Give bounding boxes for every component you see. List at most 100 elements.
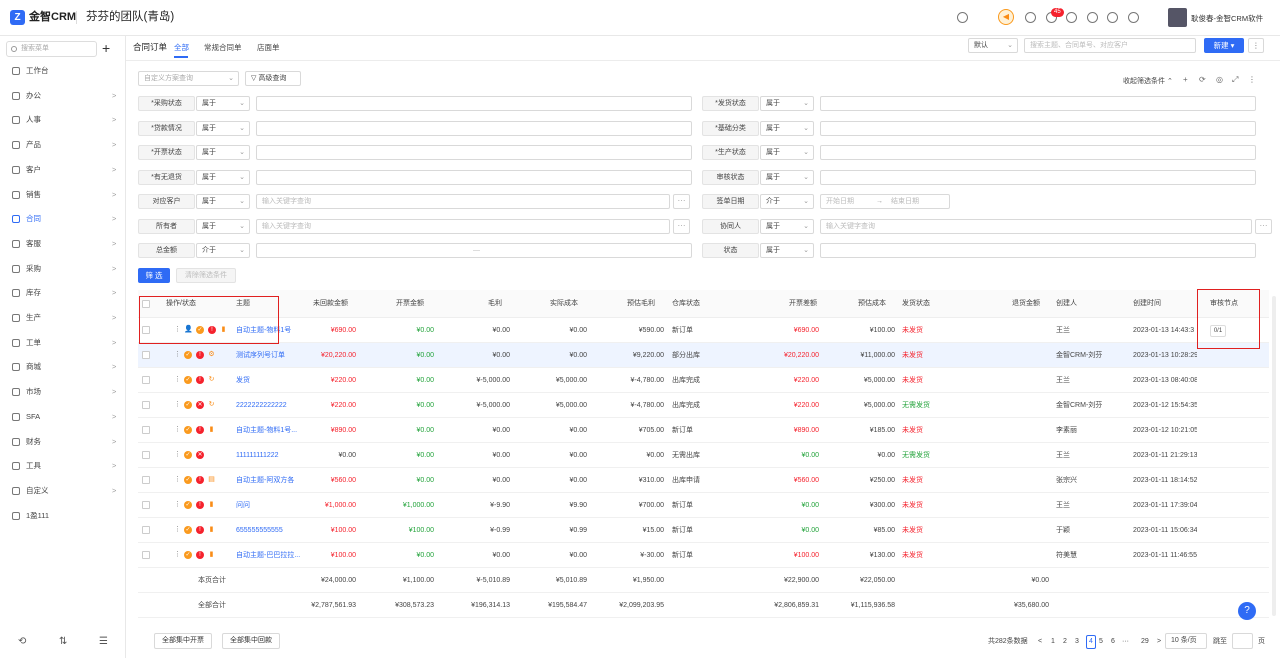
column-header[interactable]: 未回款金额 xyxy=(313,290,348,318)
approved-icon[interactable]: ✓ xyxy=(184,501,192,509)
approved-icon[interactable]: ✓ xyxy=(184,351,192,359)
more-button[interactable]: ⋮ xyxy=(1248,38,1264,53)
row-checkbox[interactable] xyxy=(142,401,150,409)
status-icon[interactable]: ▮ xyxy=(208,551,215,559)
sidebar-item[interactable]: 库存 > xyxy=(0,282,126,304)
row-checkbox[interactable] xyxy=(142,376,150,384)
advanced-query-button[interactable]: ▽ 高级查询 xyxy=(245,71,301,86)
column-header[interactable]: 发货状态 xyxy=(902,290,930,318)
picker-button[interactable]: ··· xyxy=(673,194,690,209)
tab-store-order[interactable]: 店面单 xyxy=(257,42,280,53)
approved-icon[interactable]: ✓ xyxy=(184,426,192,434)
filter-value-input[interactable] xyxy=(820,243,1256,258)
column-header[interactable]: 毛利 xyxy=(488,290,502,318)
vertical-scrollbar[interactable] xyxy=(1272,296,1276,616)
filter-value-input[interactable] xyxy=(256,170,692,185)
row-checkbox[interactable] xyxy=(142,426,150,434)
page-link[interactable]: 2 xyxy=(1063,635,1067,649)
search-icon[interactable] xyxy=(957,12,968,23)
avatar[interactable] xyxy=(1168,8,1187,27)
column-header[interactable]: 实际成本 xyxy=(550,290,578,318)
refresh-icon[interactable]: ⟳ xyxy=(1199,75,1206,84)
sound-icon[interactable]: ◀ xyxy=(998,9,1014,25)
filter-operator-select[interactable]: 属于 ⌄ xyxy=(196,219,250,234)
page-link[interactable]: ··· xyxy=(1122,635,1129,649)
tab-all[interactable]: 全部 xyxy=(174,42,189,53)
filter-operator-select[interactable]: 介于 ⌄ xyxy=(196,243,250,258)
table-row[interactable]: ⋮ 👤 ✓! ▮ 自动主题-物料1号 ¥690.00 ¥0.00 ¥0.00 ¥0.00 ¥590… xyxy=(138,318,1269,343)
filter-operator-select[interactable]: 属于 ⌄ xyxy=(760,170,814,185)
row-checkbox[interactable] xyxy=(142,451,150,459)
filter-value-input[interactable] xyxy=(820,96,1256,111)
add-menu-button[interactable]: + xyxy=(102,40,110,56)
keyword-input[interactable]: 输入关键字查询 xyxy=(256,219,670,234)
page-current[interactable]: 4 xyxy=(1086,635,1096,649)
filter-value-input[interactable] xyxy=(820,145,1256,160)
column-header[interactable]: 创建人 xyxy=(1056,290,1077,318)
team-name[interactable]: 芬芬的团队(青岛) xyxy=(86,10,174,25)
filter-operator-select[interactable]: 属于 ⌄ xyxy=(760,96,814,111)
more-icon[interactable]: ⋮ xyxy=(174,351,181,359)
filter-value-input[interactable] xyxy=(820,170,1256,185)
goto-page-input[interactable] xyxy=(1232,633,1253,649)
row-checkbox[interactable] xyxy=(142,526,150,534)
sidebar-item[interactable]: 自定义 > xyxy=(0,480,126,502)
more-icon[interactable]: ⋮ xyxy=(174,426,181,434)
filter-operator-select[interactable]: 属于 ⌄ xyxy=(196,121,250,136)
batch-collect-button[interactable]: 全部集中回款 xyxy=(222,633,280,649)
column-header[interactable]: 退货金额 xyxy=(1012,290,1040,318)
page-link[interactable]: 29 xyxy=(1141,635,1149,649)
sidebar-item[interactable]: SFA > xyxy=(0,406,126,428)
sidebar-item[interactable]: 客户 > xyxy=(0,159,126,181)
add-icon[interactable]: + xyxy=(1183,75,1188,84)
approved-icon[interactable]: ✓ xyxy=(184,376,192,384)
table-row[interactable]: ⋮ ✓! ▮ 655555555555 ¥100.00 ¥100.00 ¥-0.99 ¥0.9… xyxy=(138,518,1269,543)
search-input[interactable]: 搜索主题、合同单号、对应客户 xyxy=(1024,38,1196,53)
status-icon[interactable]: ↻ xyxy=(208,401,215,409)
more-icon[interactable]: ⋮ xyxy=(174,551,181,559)
error-icon[interactable]: ✕ xyxy=(196,451,204,459)
chart-icon[interactable] xyxy=(1087,12,1098,23)
status-icon[interactable]: ▤ xyxy=(208,476,215,484)
status-icon[interactable]: ▮ xyxy=(208,526,215,534)
sidebar-item[interactable]: 办公 > xyxy=(0,85,126,107)
contacts-icon[interactable] xyxy=(1025,12,1036,23)
amount-range-input[interactable]: — xyxy=(256,243,692,258)
filter-button[interactable]: 筛 选 xyxy=(138,268,170,283)
table-row[interactable]: ⋮ ✓! ▮ 问问 ¥1,000.00 ¥1,000.00 ¥-9.90 ¥9.90 ¥700.… xyxy=(138,493,1269,518)
row-checkbox[interactable] xyxy=(142,551,150,559)
row-checkbox[interactable] xyxy=(142,501,150,509)
column-header[interactable]: 仓库状态 xyxy=(672,290,700,318)
status-icon[interactable]: ▮ xyxy=(208,501,215,509)
clear-filter-button[interactable]: 清除筛选条件 xyxy=(176,268,236,283)
page-link[interactable]: 5 xyxy=(1099,635,1103,649)
gear-icon[interactable] xyxy=(1066,12,1077,23)
sidebar-item[interactable]: 1盈111 xyxy=(0,505,126,527)
warning-icon[interactable]: ! xyxy=(196,501,204,509)
sidebar-item[interactable]: 采购 > xyxy=(0,258,126,280)
table-row[interactable]: ⋮ ✓! ▮ 自动主题-巴巴拉拉... ¥100.00 ¥0.00 ¥0.00 ¥0.00 ¥-… xyxy=(138,543,1269,568)
history-icon[interactable]: ⟲ xyxy=(18,636,26,647)
filter-operator-select[interactable]: 介于 ⌄ xyxy=(760,194,814,209)
warning-icon[interactable]: ! xyxy=(196,476,204,484)
column-header[interactable]: 创建时间 xyxy=(1133,290,1161,318)
page-link[interactable]: 6 xyxy=(1111,635,1115,649)
filter-operator-select[interactable]: 属于 ⌄ xyxy=(196,170,250,185)
column-header[interactable]: 开票金额 xyxy=(396,290,424,318)
fullscreen-icon[interactable]: ⤢ xyxy=(1232,75,1238,85)
collapse-filter-button[interactable]: 收起筛选条件 ⌃ xyxy=(1123,76,1173,86)
picker-button[interactable]: ··· xyxy=(1255,219,1272,234)
more-icon[interactable]: ⋮ xyxy=(174,501,181,509)
page-link[interactable]: 3 xyxy=(1075,635,1079,649)
sidebar-item[interactable]: 市场 > xyxy=(0,381,126,403)
sidebar-item[interactable]: 商城 > xyxy=(0,356,126,378)
filter-operator-select[interactable]: 属于 ⌄ xyxy=(196,145,250,160)
column-header[interactable]: 预估成本 xyxy=(858,290,886,318)
table-row[interactable]: ⋮ ✓! ▤ 自动主题-阿双方各 ¥560.00 ¥0.00 ¥0.00 ¥0.00 ¥310.… xyxy=(138,468,1269,493)
row-checkbox[interactable] xyxy=(142,476,150,484)
tab-regular-contract[interactable]: 常规合同单 xyxy=(204,42,242,53)
table-row[interactable]: ⋮ ✓! ▮ 自动主题-物料1号... ¥890.00 ¥0.00 ¥0.00 ¥0.00 ¥7… xyxy=(138,418,1269,443)
status-icon[interactable]: ↻ xyxy=(208,376,215,384)
sort-icon[interactable]: ⇅ xyxy=(59,636,67,647)
warning-icon[interactable]: ! xyxy=(196,426,204,434)
